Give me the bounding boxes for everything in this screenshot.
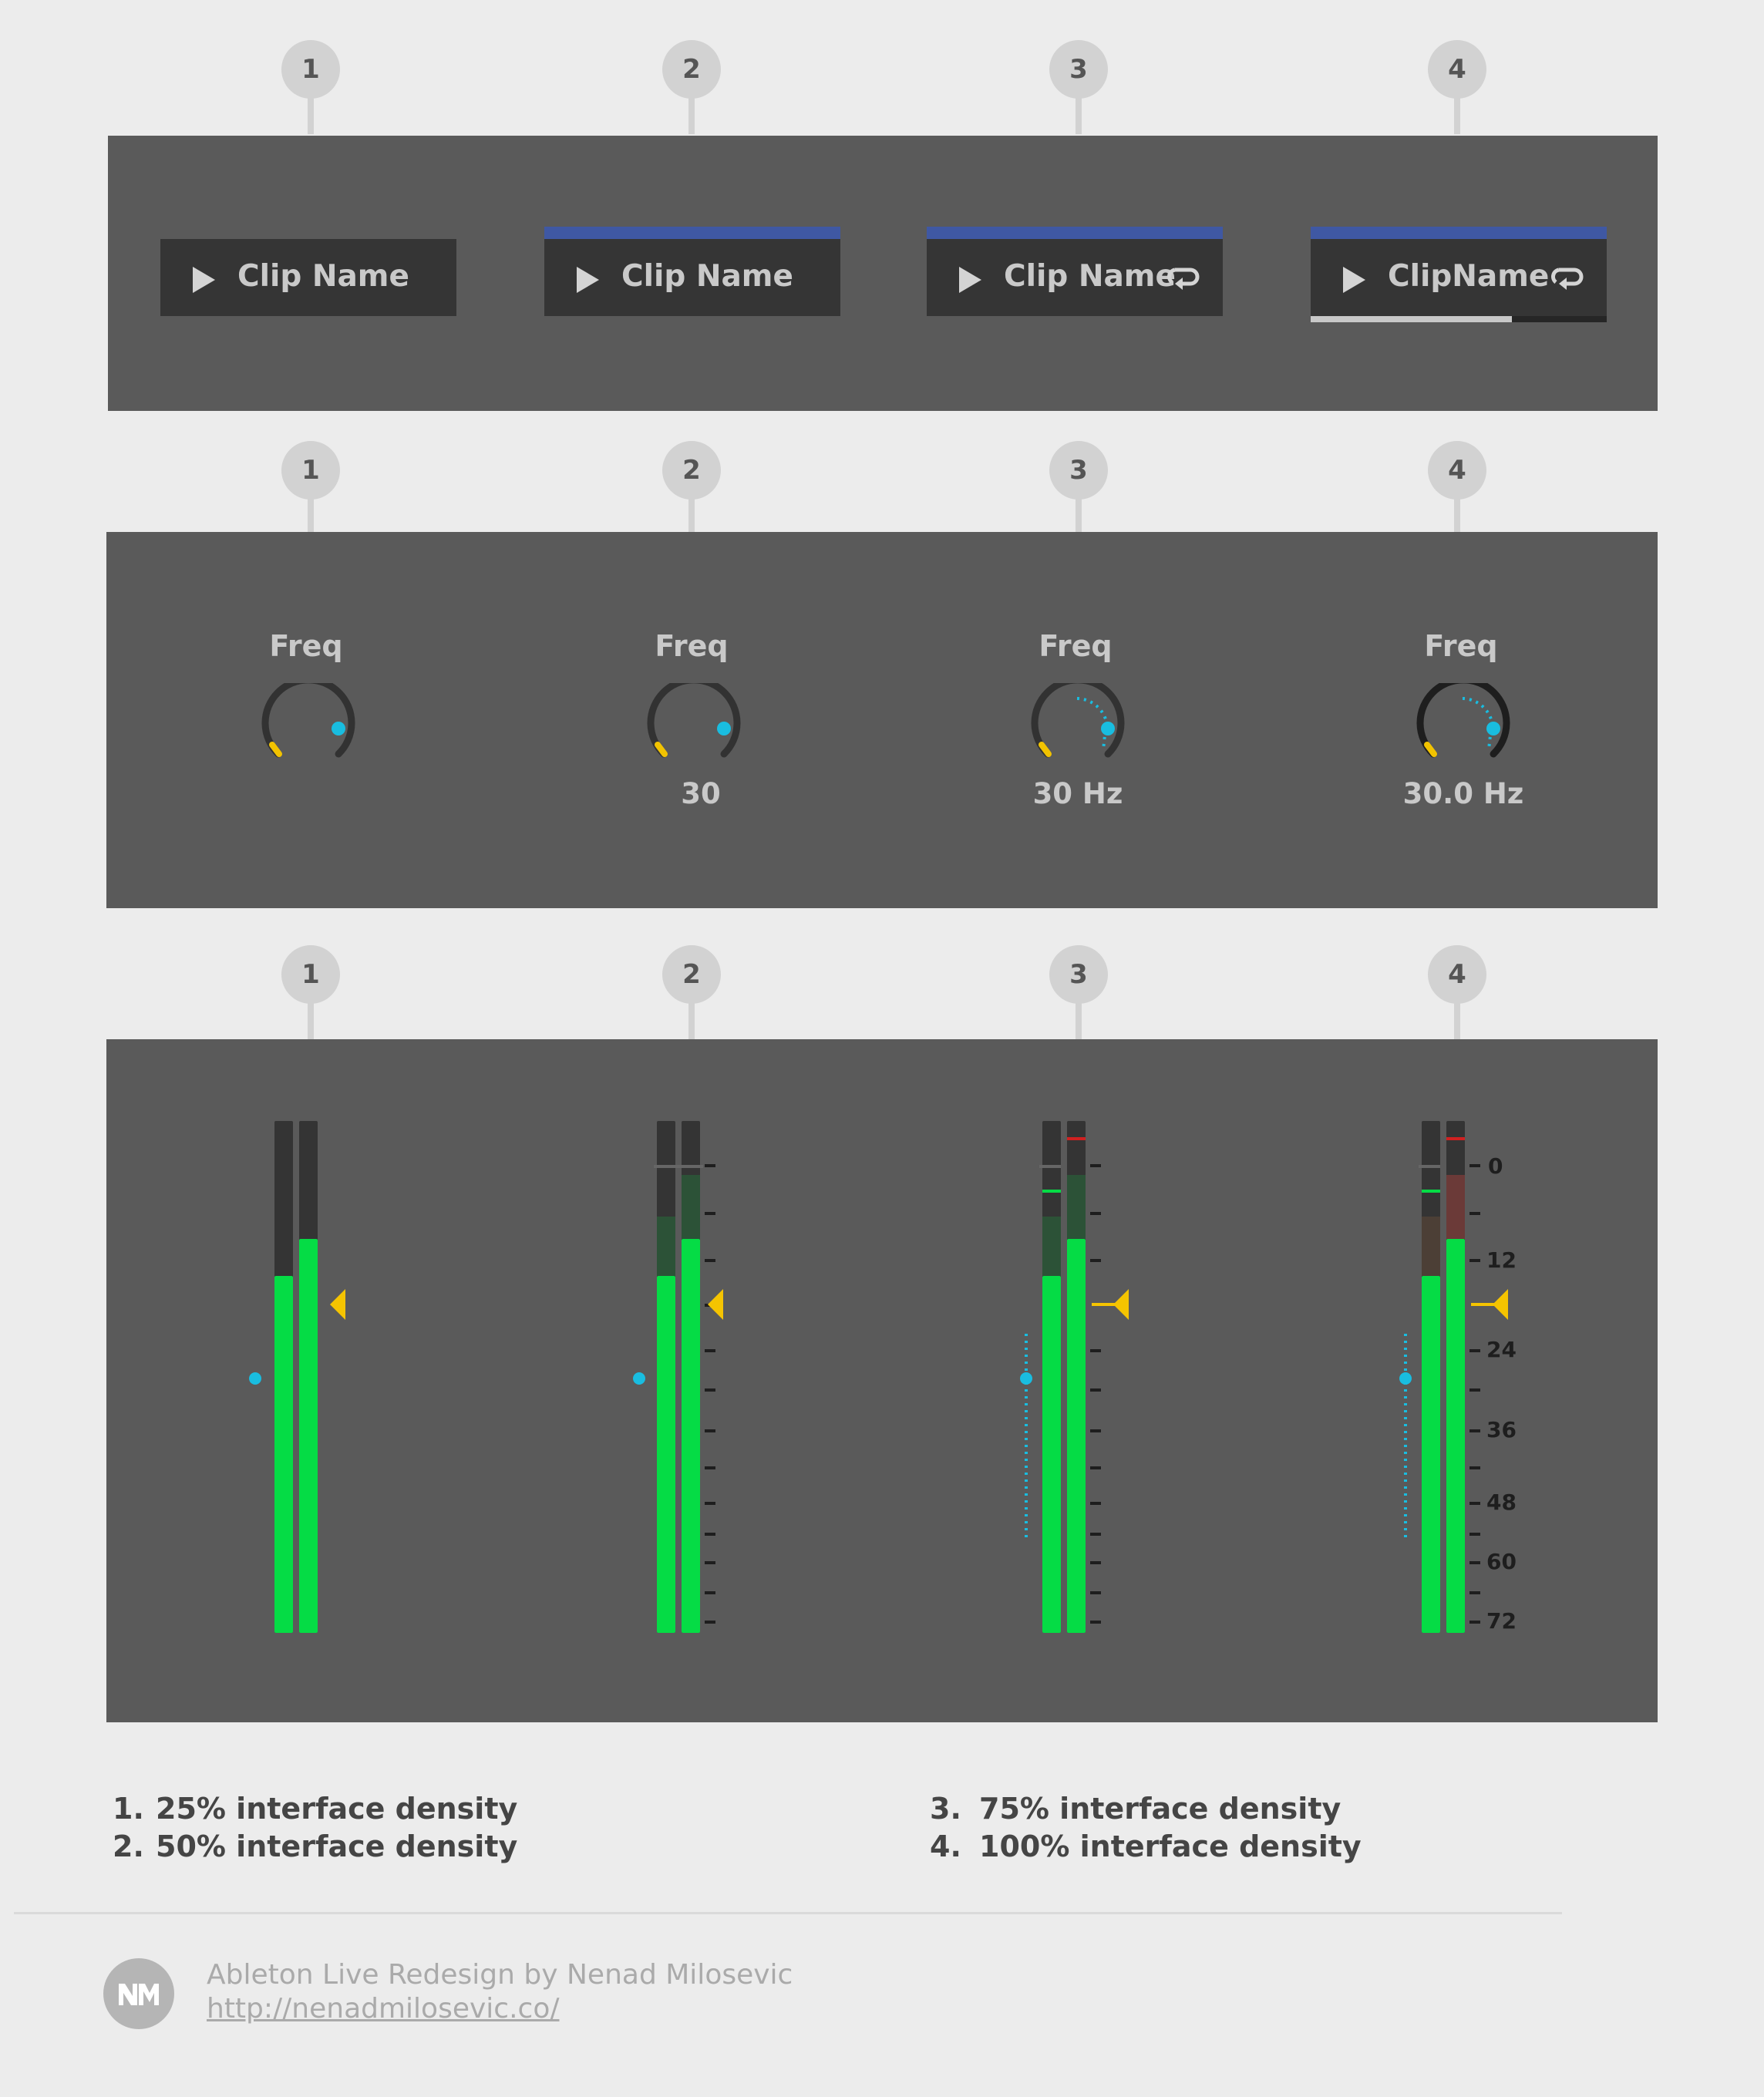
- legend-number: 2.: [113, 1829, 144, 1863]
- clip-name-label: Clip Name: [621, 259, 793, 294]
- legend-right: 3. 75% interface density 4. 100% interface…: [930, 1790, 1362, 1866]
- badge-2: 2: [662, 40, 721, 99]
- legend-text: 75% interface density: [979, 1792, 1342, 1826]
- clip-name-label: Clip Name: [237, 259, 409, 294]
- loop-icon[interactable]: [1167, 265, 1201, 291]
- knob-title: Freq: [1424, 629, 1498, 663]
- badge-3: 3: [1049, 40, 1108, 99]
- nm-logo-icon: [119, 1984, 159, 2005]
- scale-label: 0: [1488, 1153, 1503, 1179]
- legend-number: 3.: [930, 1792, 961, 1826]
- badge-3: 3: [1049, 945, 1108, 1004]
- legend-text: 25% interface density: [156, 1792, 518, 1826]
- legend-item: 1. 25% interface density: [113, 1790, 517, 1828]
- freq-knob-1[interactable]: [254, 683, 362, 783]
- badge-1: 1: [281, 40, 340, 99]
- author-link[interactable]: http://nenadmilosevic.co/: [207, 1992, 793, 2026]
- play-icon[interactable]: [1343, 267, 1365, 293]
- knob-value: 30 Hz: [1032, 777, 1123, 810]
- clip-name-label: ClipName: [1388, 259, 1550, 294]
- scale-label: 72: [1486, 1608, 1517, 1634]
- scale-label: 24: [1486, 1337, 1517, 1362]
- play-icon[interactable]: [577, 267, 599, 293]
- clip-progress-fill: [1311, 316, 1513, 322]
- clip-color-bar: [544, 227, 840, 239]
- clip-slot-1[interactable]: Clip Name: [160, 239, 456, 316]
- clip-color-bar: [927, 227, 1223, 239]
- level-meter-2: [633, 1121, 723, 1633]
- legend-text: 50% interface density: [156, 1829, 518, 1863]
- badge-4: 4: [1428, 441, 1486, 500]
- scale-label: 36: [1486, 1417, 1517, 1442]
- knob-title: Freq: [1039, 629, 1113, 663]
- freq-knob-2[interactable]: [639, 683, 747, 783]
- clip-slot-4[interactable]: ClipName: [1311, 227, 1607, 322]
- knob-title: Freq: [655, 629, 729, 663]
- scale-label: 12: [1486, 1247, 1517, 1273]
- freq-knob-3[interactable]: [1023, 683, 1131, 783]
- knob-title: Freq: [269, 629, 343, 663]
- level-meter-4: 0 12 24 36 48 60 72: [1399, 1121, 1517, 1634]
- footer-credit: Ableton Live Redesign by Nenad Milosevic…: [207, 1958, 793, 2026]
- legend-number: 4.: [930, 1829, 961, 1863]
- badge-1: 1: [281, 441, 340, 500]
- clip-color-bar: [1311, 227, 1607, 239]
- knob-panel: Freq Freq 30 Freq 30 Hz Freq 30.0 Hz: [106, 532, 1658, 908]
- badge-2: 2: [662, 441, 721, 500]
- credit-text: Ableton Live Redesign by Nenad Milosevic: [207, 1959, 793, 1991]
- clip-name-label: Clip Name: [1004, 259, 1176, 294]
- play-icon[interactable]: [193, 267, 215, 293]
- scale-label: 60: [1486, 1549, 1517, 1574]
- level-meter-3: [1020, 1121, 1129, 1633]
- legend-left: 1. 25% interface density 2. 50% interface …: [113, 1790, 517, 1866]
- legend-item: 2. 50% interface density: [113, 1828, 517, 1866]
- clip-slot-2[interactable]: Clip Name: [544, 227, 840, 316]
- badge-4: 4: [1428, 40, 1486, 99]
- freq-knob-4[interactable]: [1409, 683, 1517, 783]
- footer-divider: [14, 1912, 1562, 1914]
- legend-item: 3. 75% interface density: [930, 1790, 1362, 1828]
- scale-label: 48: [1486, 1489, 1517, 1515]
- legend-number: 1.: [113, 1792, 144, 1826]
- loop-icon[interactable]: [1551, 265, 1585, 291]
- badge-4: 4: [1428, 945, 1486, 1004]
- author-logo: [103, 1958, 174, 2029]
- badge-3: 3: [1049, 441, 1108, 500]
- legend-text: 100% interface density: [979, 1829, 1362, 1863]
- play-icon[interactable]: [959, 267, 981, 293]
- knob-value: 30.0 Hz: [1402, 777, 1524, 810]
- clip-panel: Clip Name Clip Name Clip Name ClipName: [108, 136, 1658, 411]
- meter-panel: 0 12 24 36 48 60 72: [106, 1039, 1658, 1722]
- legend-item: 4. 100% interface density: [930, 1828, 1362, 1866]
- level-meter-1: [249, 1121, 345, 1633]
- badge-2: 2: [662, 945, 721, 1004]
- clip-slot-3[interactable]: Clip Name: [927, 227, 1223, 316]
- badge-1: 1: [281, 945, 340, 1004]
- knob-value: 30: [681, 777, 721, 810]
- clip-progress-bar: [1311, 316, 1607, 322]
